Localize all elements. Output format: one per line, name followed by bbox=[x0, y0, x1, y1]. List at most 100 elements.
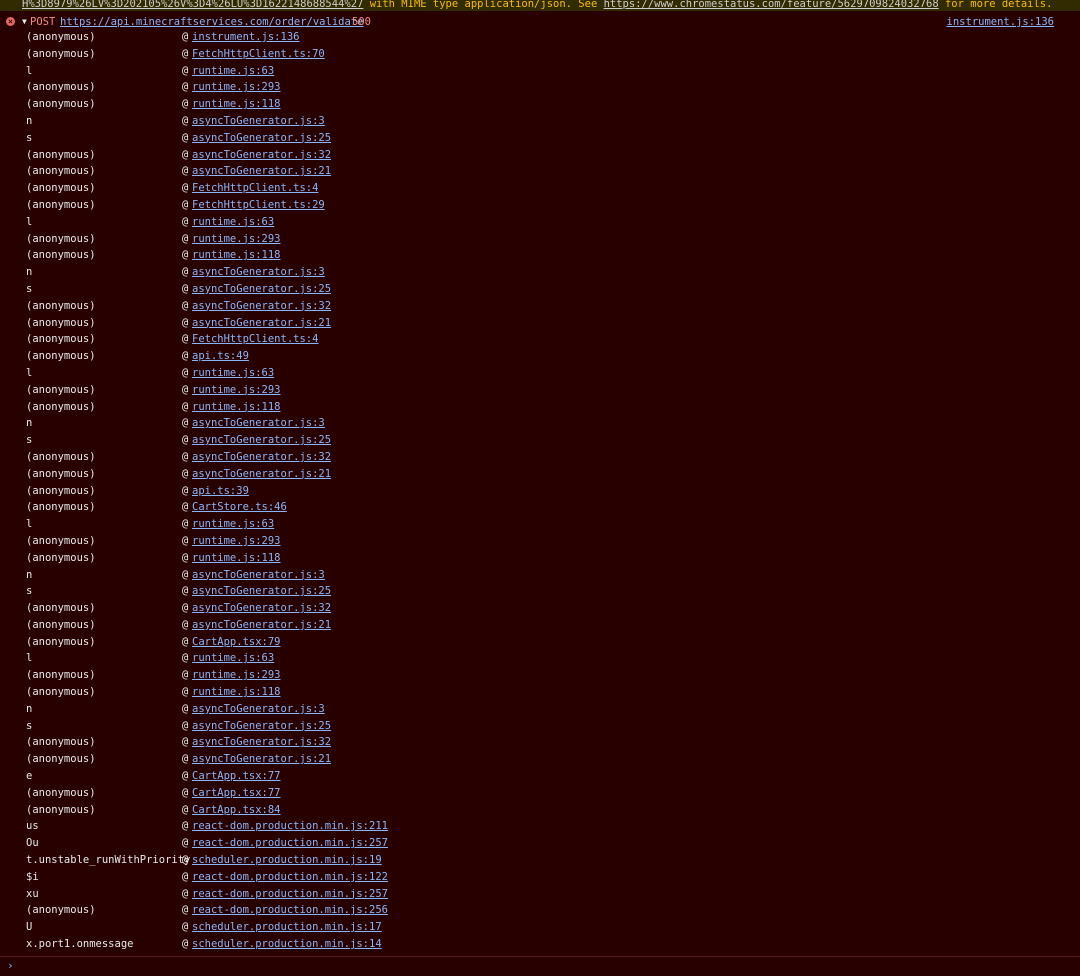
stack-frame-function: (anonymous) bbox=[26, 534, 96, 547]
stack-frame-at: @ bbox=[182, 215, 189, 228]
stack-frame-at: @ bbox=[182, 299, 189, 312]
stack-frame-source-link[interactable]: asyncToGenerator.js:3 bbox=[192, 264, 325, 281]
stack-frame-function: (anonymous) bbox=[26, 736, 96, 749]
warning-link-chromestatus[interactable]: https://www.chromestatus.com/feature/562… bbox=[604, 0, 939, 10]
stack-frame-source-link[interactable]: api.ts:39 bbox=[192, 483, 249, 500]
stack-frame-source-link[interactable]: asyncToGenerator.js:3 bbox=[192, 113, 325, 130]
stack-frame-at: @ bbox=[182, 434, 189, 447]
stack-frame-source-link[interactable]: api.ts:49 bbox=[192, 348, 249, 365]
stack-frame-source-link[interactable]: runtime.js:63 bbox=[192, 365, 274, 382]
stack-frame-function: s bbox=[26, 282, 33, 295]
stack-frame-source-link[interactable]: asyncToGenerator.js:32 bbox=[192, 734, 331, 751]
stack-frame-source-link[interactable]: scheduler.production.min.js:19 bbox=[192, 852, 382, 869]
stack-frame-source-link[interactable]: runtime.js:118 bbox=[192, 96, 281, 113]
stack-frame-source-link[interactable]: runtime.js:118 bbox=[192, 550, 281, 567]
stack-frame-source-link[interactable]: FetchHttpClient.ts:29 bbox=[192, 197, 325, 214]
stack-frame-source-link[interactable]: asyncToGenerator.js:21 bbox=[192, 751, 331, 768]
stack-frame-function: t.unstable_runWithPriority bbox=[26, 854, 191, 867]
stack-frame-source-link[interactable]: asyncToGenerator.js:3 bbox=[192, 701, 325, 718]
warning-link-query[interactable]: H%3D8979%26LV%3D202105%26V%3D4%26LU%3D16… bbox=[22, 0, 363, 10]
stack-frame-source-link[interactable]: asyncToGenerator.js:21 bbox=[192, 163, 331, 180]
stack-frame-source-link[interactable]: asyncToGenerator.js:32 bbox=[192, 449, 331, 466]
stack-frame-source-link[interactable]: CartApp.tsx:77 bbox=[192, 768, 281, 785]
console-prompt[interactable]: › bbox=[0, 956, 1080, 976]
stack-frame: (anonymous) @ asyncToGenerator.js:32 bbox=[0, 600, 1080, 617]
stack-frame-source-link[interactable]: react-dom.production.min.js:122 bbox=[192, 869, 388, 886]
stack-frame-source-link[interactable]: asyncToGenerator.js:32 bbox=[192, 298, 331, 315]
stack-frame: (anonymous) @ asyncToGenerator.js:21 bbox=[0, 751, 1080, 768]
stack-frame-source-link[interactable]: FetchHttpClient.ts:4 bbox=[192, 331, 318, 348]
stack-frame-source-link[interactable]: runtime.js:293 bbox=[192, 79, 281, 96]
stack-frame: (anonymous) @ runtime.js:118 bbox=[0, 399, 1080, 416]
error-message-header[interactable]: × ▼ POST https://api.minecraftservices.c… bbox=[0, 14, 1080, 30]
stack-frame-source-link[interactable]: runtime.js:63 bbox=[192, 63, 274, 80]
stack-frame-source-link[interactable]: FetchHttpClient.ts:70 bbox=[192, 46, 325, 63]
stack-frame-function: s bbox=[26, 719, 33, 732]
stack-frame-source-link[interactable]: runtime.js:293 bbox=[192, 231, 281, 248]
stack-frame-source-link[interactable]: asyncToGenerator.js:21 bbox=[192, 315, 331, 332]
stack-frame-source-link[interactable]: asyncToGenerator.js:32 bbox=[192, 147, 331, 164]
stack-frame-at: @ bbox=[182, 47, 189, 60]
stack-frame-source-link[interactable]: asyncToGenerator.js:25 bbox=[192, 718, 331, 735]
stack-frame-source-link[interactable]: runtime.js:118 bbox=[192, 399, 281, 416]
stack-trace: (anonymous) @ instrument.js:136 (anonymous)… bbox=[0, 29, 1080, 953]
stack-frame-function: (anonymous) bbox=[26, 98, 96, 111]
stack-frame-function: n bbox=[26, 702, 33, 715]
stack-frame-source-link[interactable]: react-dom.production.min.js:211 bbox=[192, 818, 388, 835]
stack-frame-source-link[interactable]: react-dom.production.min.js:256 bbox=[192, 902, 388, 919]
stack-frame-function: (anonymous) bbox=[26, 165, 96, 178]
console-input[interactable] bbox=[20, 958, 1074, 976]
stack-frame-function: (anonymous) bbox=[26, 669, 96, 682]
expand-toggle-icon[interactable]: ▼ bbox=[22, 14, 27, 30]
request-method: POST bbox=[30, 16, 56, 28]
stack-frame-source-link[interactable]: FetchHttpClient.ts:4 bbox=[192, 180, 318, 197]
stack-frame: (anonymous) @ CartApp.tsx:77 bbox=[0, 785, 1080, 802]
stack-frame-function: l bbox=[26, 64, 33, 77]
stack-frame-source-link[interactable]: CartApp.tsx:79 bbox=[192, 634, 281, 651]
stack-frame-function: Ou bbox=[26, 837, 39, 850]
request-url-link[interactable]: https://api.minecraftservices.com/order/… bbox=[60, 14, 363, 30]
stack-frame-source-link[interactable]: runtime.js:118 bbox=[192, 684, 281, 701]
stack-frame-source-link[interactable]: runtime.js:63 bbox=[192, 650, 274, 667]
stack-frame-source-link[interactable]: asyncToGenerator.js:21 bbox=[192, 466, 331, 483]
stack-frame: (anonymous) @ FetchHttpClient.ts:70 bbox=[0, 46, 1080, 63]
stack-frame-source-link[interactable]: asyncToGenerator.js:21 bbox=[192, 617, 331, 634]
stack-frame-source-link[interactable]: asyncToGenerator.js:25 bbox=[192, 432, 331, 449]
stack-frame-source-link[interactable]: scheduler.production.min.js:14 bbox=[192, 936, 382, 953]
stack-frame-source-link[interactable]: react-dom.production.min.js:257 bbox=[192, 886, 388, 903]
stack-frame-at: @ bbox=[182, 165, 189, 178]
stack-frame: (anonymous) @ FetchHttpClient.ts:29 bbox=[0, 197, 1080, 214]
stack-frame-source-link[interactable]: asyncToGenerator.js:25 bbox=[192, 583, 331, 600]
stack-frame: l @ runtime.js:63 bbox=[0, 214, 1080, 231]
stack-frame-source-link[interactable]: CartApp.tsx:84 bbox=[192, 802, 281, 819]
stack-frame-source-link[interactable]: asyncToGenerator.js:3 bbox=[192, 415, 325, 432]
stack-frame-at: @ bbox=[182, 753, 189, 766]
stack-frame-function: us bbox=[26, 820, 39, 833]
stack-frame: U @ scheduler.production.min.js:17 bbox=[0, 919, 1080, 936]
stack-frame-source-link[interactable]: react-dom.production.min.js:257 bbox=[192, 835, 388, 852]
stack-frame-source-link[interactable]: runtime.js:63 bbox=[192, 516, 274, 533]
stack-frame-source-link[interactable]: runtime.js:293 bbox=[192, 667, 281, 684]
stack-frame: (anonymous) @ CartApp.tsx:84 bbox=[0, 802, 1080, 819]
stack-frame-source-link[interactable]: asyncToGenerator.js:25 bbox=[192, 281, 331, 298]
stack-frame: n @ asyncToGenerator.js:3 bbox=[0, 701, 1080, 718]
stack-frame-source-link[interactable]: runtime.js:118 bbox=[192, 247, 281, 264]
stack-frame-at: @ bbox=[182, 618, 189, 631]
stack-frame-source-link[interactable]: asyncToGenerator.js:32 bbox=[192, 600, 331, 617]
stack-frame-source-link[interactable]: runtime.js:63 bbox=[192, 214, 274, 231]
source-location-link[interactable]: instrument.js:136 bbox=[947, 14, 1054, 30]
stack-frame-source-link[interactable]: asyncToGenerator.js:3 bbox=[192, 567, 325, 584]
stack-frame-function: s bbox=[26, 585, 33, 598]
stack-frame-function: (anonymous) bbox=[26, 299, 96, 312]
stack-frame: (anonymous) @ runtime.js:118 bbox=[0, 96, 1080, 113]
stack-frame-source-link[interactable]: CartApp.tsx:77 bbox=[192, 785, 281, 802]
stack-frame: l @ runtime.js:63 bbox=[0, 365, 1080, 382]
stack-frame-function: (anonymous) bbox=[26, 501, 96, 514]
stack-frame-source-link[interactable]: CartStore.ts:46 bbox=[192, 499, 287, 516]
stack-frame-source-link[interactable]: scheduler.production.min.js:17 bbox=[192, 919, 382, 936]
stack-frame-source-link[interactable]: runtime.js:293 bbox=[192, 533, 281, 550]
stack-frame-function: (anonymous) bbox=[26, 551, 96, 564]
stack-frame-source-link[interactable]: runtime.js:293 bbox=[192, 382, 281, 399]
stack-frame-source-link[interactable]: asyncToGenerator.js:25 bbox=[192, 130, 331, 147]
stack-frame-source-link[interactable]: instrument.js:136 bbox=[192, 29, 299, 46]
